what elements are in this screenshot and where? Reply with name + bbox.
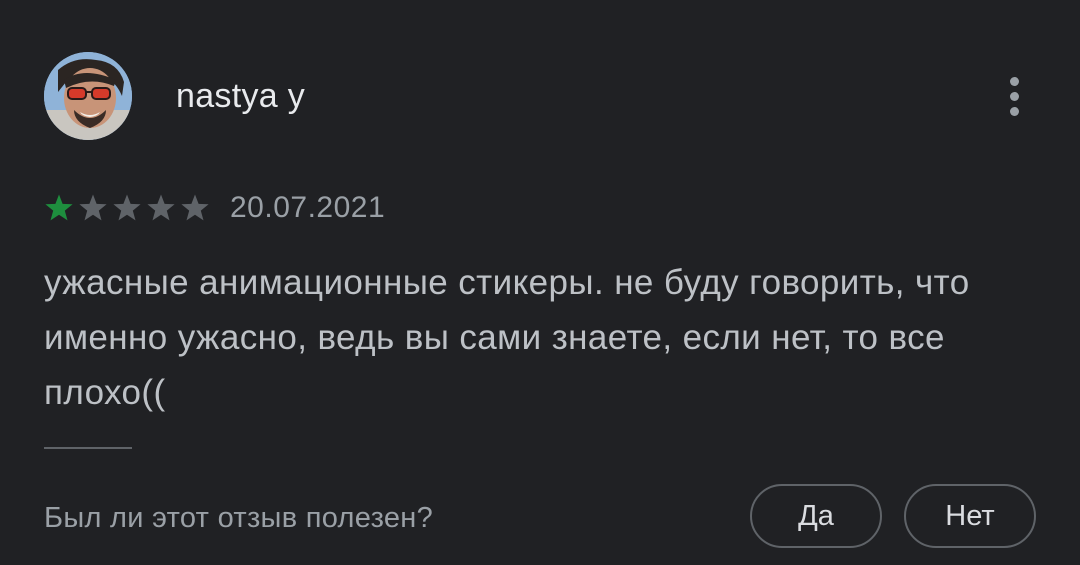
star-empty-icon <box>78 193 108 223</box>
helpful-no-button[interactable]: Нет <box>904 484 1036 548</box>
helpful-question: Был ли этот отзыв полезен? <box>44 502 434 534</box>
review-text: ужасные анимационные стикеры. не буду го… <box>44 263 970 412</box>
helpful-yes-button[interactable]: Да <box>750 484 882 548</box>
more-vert-icon <box>1009 76 1019 86</box>
more-vert-icon-dot <box>1009 106 1019 116</box>
star-empty-icon <box>180 193 210 223</box>
divider <box>44 447 132 449</box>
star-filled-icon <box>44 193 74 223</box>
star-empty-icon <box>146 193 176 223</box>
review-card: nastya y 20.07.2021 ужасные анимационные… <box>0 0 1080 565</box>
star-rating <box>44 193 210 223</box>
review-date: 20.07.2021 <box>230 191 386 224</box>
author-name: nastya y <box>176 77 306 115</box>
user-photo-avatar-icon <box>44 52 132 140</box>
more-vert-icon-dot <box>1009 91 1019 101</box>
more-options-button[interactable] <box>996 72 1032 120</box>
rating-row: 20.07.2021 <box>44 186 385 230</box>
star-empty-icon <box>112 193 142 223</box>
avatar[interactable] <box>44 52 132 140</box>
